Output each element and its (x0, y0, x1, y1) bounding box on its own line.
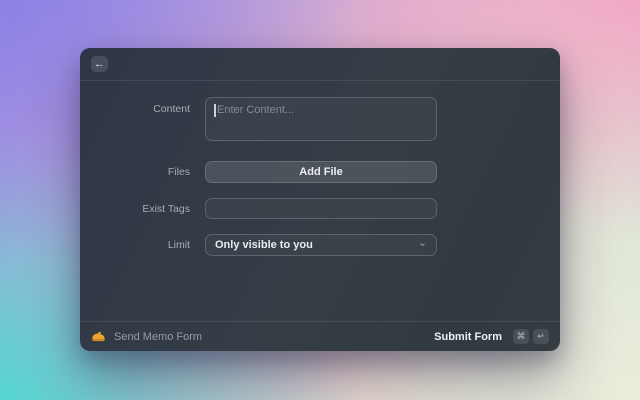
footer-actions: Submit Form ⌘ ↵ (434, 329, 549, 344)
memo-app-icon (92, 331, 105, 342)
files-row: Files Add File (80, 161, 560, 183)
text-caret (214, 104, 216, 117)
limit-dropdown[interactable]: Only visible to you ⌄ (205, 234, 437, 256)
footer-app-name: Send Memo Form (114, 330, 203, 343)
footer-app-info: Send Memo Form (91, 330, 202, 343)
exist-tags-input[interactable] (205, 198, 437, 219)
content-row: Content (80, 97, 560, 146)
submit-form-button[interactable]: Submit Form (434, 331, 502, 343)
return-key-icon: ↵ (533, 329, 549, 344)
add-file-button[interactable]: Add File (205, 161, 437, 183)
content-textarea[interactable] (205, 97, 437, 141)
send-memo-form-window: ← Content Files Add File Exist Tags Limi… (80, 48, 560, 351)
exist-tags-row: Exist Tags (80, 198, 560, 219)
limit-row: Limit Only visible to you ⌄ (80, 234, 560, 256)
content-field-wrap (205, 97, 437, 146)
limit-dropdown-value: Only visible to you (215, 239, 313, 251)
chevron-down-icon: ⌄ (417, 237, 427, 249)
back-button[interactable]: ← (91, 56, 108, 72)
limit-label: Limit (167, 239, 190, 251)
form: Content Files Add File Exist Tags Limit … (80, 81, 560, 256)
desktop-background: ← Content Files Add File Exist Tags Limi… (0, 0, 640, 400)
files-label: Files (167, 166, 190, 178)
window-footer: Send Memo Form Submit Form ⌘ ↵ (80, 321, 560, 351)
command-key-icon: ⌘ (513, 329, 529, 344)
window-header: ← (80, 48, 560, 81)
exist-tags-label: Exist Tags (142, 202, 190, 215)
content-label: Content (153, 103, 190, 115)
